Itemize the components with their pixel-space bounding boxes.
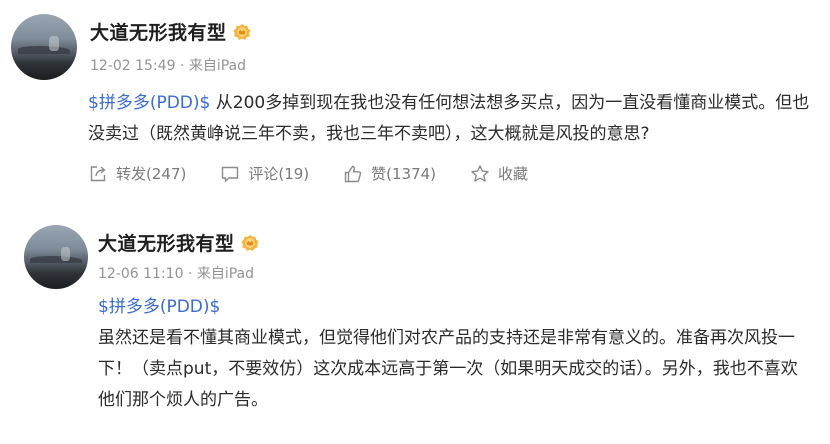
user-header: 大道无形我有型: [90, 18, 251, 45]
comment-count: 评论(19): [248, 165, 310, 183]
avatar[interactable]: [11, 14, 77, 80]
post-card: 大道无形我有型 12-06 11:10 · 来自iPad $拼多多(PDD)$ …: [0, 215, 830, 444]
repost-count: 转发(247): [116, 165, 187, 183]
user-name[interactable]: 大道无形我有型: [98, 229, 235, 256]
post-content: $拼多多(PDD)$ 虽然还是看不懂其商业模式，但觉得他们对农产品的支持还是非常…: [98, 292, 798, 416]
action-bar: 转发(247) 评论(19) 赞(1374) 收藏: [88, 163, 562, 184]
vip-badge-icon: [232, 23, 251, 40]
like-count: 赞(1374): [371, 165, 437, 183]
star-icon: [471, 164, 489, 182]
vip-badge-icon: [240, 234, 259, 251]
repost-button[interactable]: 转发(247): [88, 163, 186, 184]
post-meta: 12-06 11:10 · 来自iPad: [98, 266, 254, 282]
post-text: 虽然还是看不懂其商业模式，但觉得他们对农产品的支持还是非常有意义的。准备再次风投…: [98, 328, 798, 410]
repost-icon: [90, 165, 106, 181]
favorite-button[interactable]: 收藏: [470, 163, 528, 184]
comment-button[interactable]: 评论(19): [220, 163, 309, 184]
avatar[interactable]: [24, 225, 88, 289]
user-name[interactable]: 大道无形我有型: [90, 18, 227, 45]
post-content: $拼多多(PDD)$ 从200多掉到现在我也没有任何想法想多买点，因为一直没看懂…: [88, 88, 823, 150]
like-icon: [344, 165, 362, 182]
comment-icon: [222, 166, 239, 183]
post-meta: 12-02 15:49 · 来自iPad: [90, 58, 246, 74]
topic-link[interactable]: $拼多多(PDD)$: [88, 93, 210, 113]
user-header: 大道无形我有型: [98, 229, 259, 256]
favorite-label: 收藏: [498, 165, 529, 183]
topic-link[interactable]: $拼多多(PDD)$: [98, 292, 798, 323]
post-card: 大道无形我有型 12-02 15:49 · 来自iPad $拼多多(PDD)$ …: [0, 0, 830, 205]
like-button[interactable]: 赞(1374): [343, 163, 436, 184]
